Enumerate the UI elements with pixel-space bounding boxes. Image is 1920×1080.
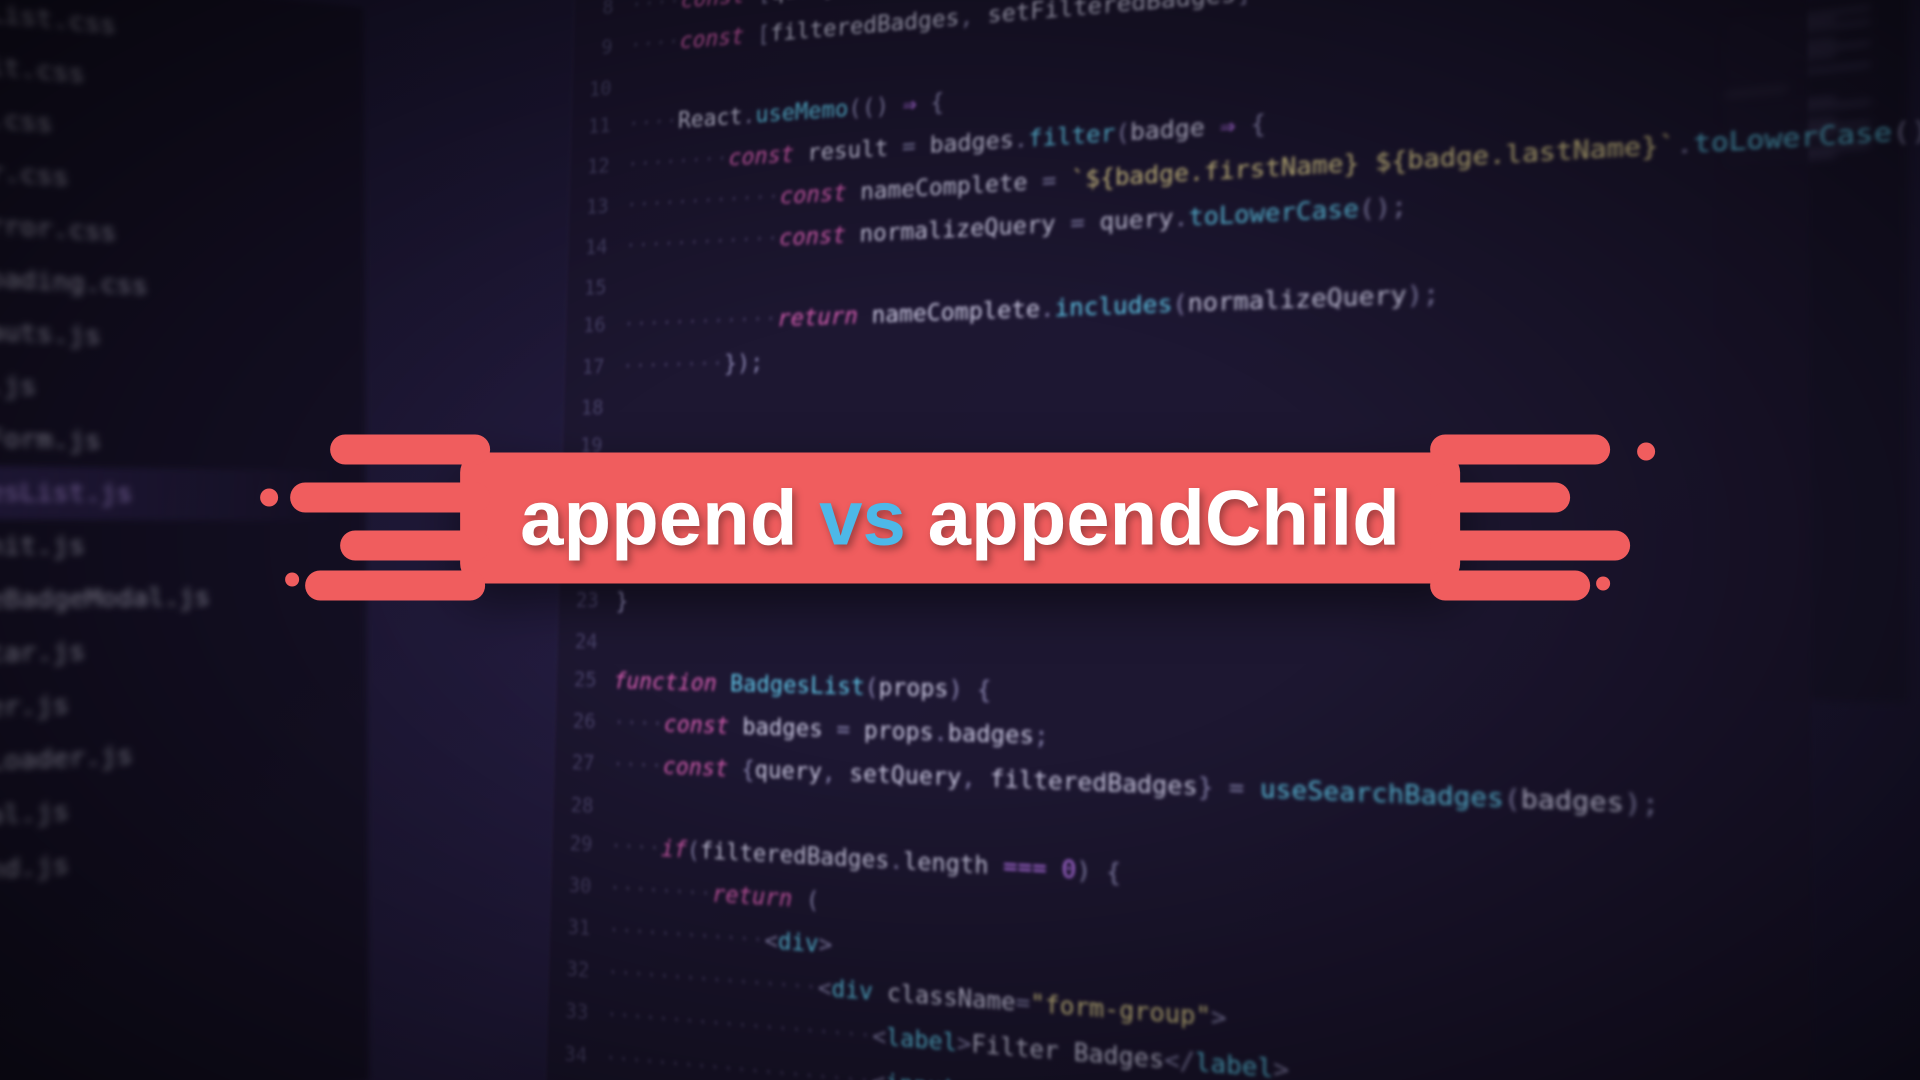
line-number: 34 bbox=[547, 1034, 605, 1074]
line-number: 28 bbox=[553, 786, 611, 823]
line-number: 17 bbox=[565, 348, 622, 383]
scene-root: sList.cssnit.cssl.cssar.cssError.cssLoad… bbox=[0, 0, 1920, 1080]
line-number: 25 bbox=[557, 662, 615, 697]
file-item[interactable]: eForm.js bbox=[0, 412, 336, 471]
code-content[interactable]: } bbox=[615, 583, 629, 621]
banner-word-appendchild: appendChild bbox=[928, 474, 1400, 562]
line-number: 12 bbox=[570, 147, 627, 184]
line-number: 16 bbox=[566, 307, 623, 342]
file-item[interactable]: Init.js bbox=[0, 519, 337, 573]
banner-title: append vs appendChild bbox=[520, 473, 1400, 564]
banner-word-append: append bbox=[520, 474, 797, 562]
file-explorer: sList.cssnit.cssl.cssar.cssError.cssLoad… bbox=[0, 0, 369, 1080]
line-number: 18 bbox=[564, 389, 621, 424]
line-number: 13 bbox=[569, 188, 626, 224]
line-number: 24 bbox=[558, 624, 616, 659]
line-number: 9 bbox=[573, 28, 630, 66]
line-number: 23 bbox=[559, 582, 617, 616]
line-number: 30 bbox=[551, 866, 609, 904]
line-number: 29 bbox=[552, 824, 610, 861]
title-banner: append vs appendChild bbox=[460, 453, 1460, 584]
line-number: 10 bbox=[572, 69, 629, 106]
line-number: 31 bbox=[550, 908, 608, 946]
line-number: 14 bbox=[568, 228, 625, 264]
code-content[interactable]: ········}); bbox=[621, 343, 764, 385]
line-number: 15 bbox=[567, 269, 624, 305]
line-number: 26 bbox=[556, 703, 614, 739]
line-number: 33 bbox=[548, 992, 606, 1031]
line-number: 27 bbox=[554, 744, 612, 780]
line-number: 32 bbox=[549, 950, 607, 989]
line-number: 8 bbox=[574, 0, 631, 26]
file-item[interactable]: gesList.js bbox=[0, 465, 336, 520]
line-number: 11 bbox=[571, 106, 628, 143]
banner-word-vs: vs bbox=[819, 474, 906, 562]
